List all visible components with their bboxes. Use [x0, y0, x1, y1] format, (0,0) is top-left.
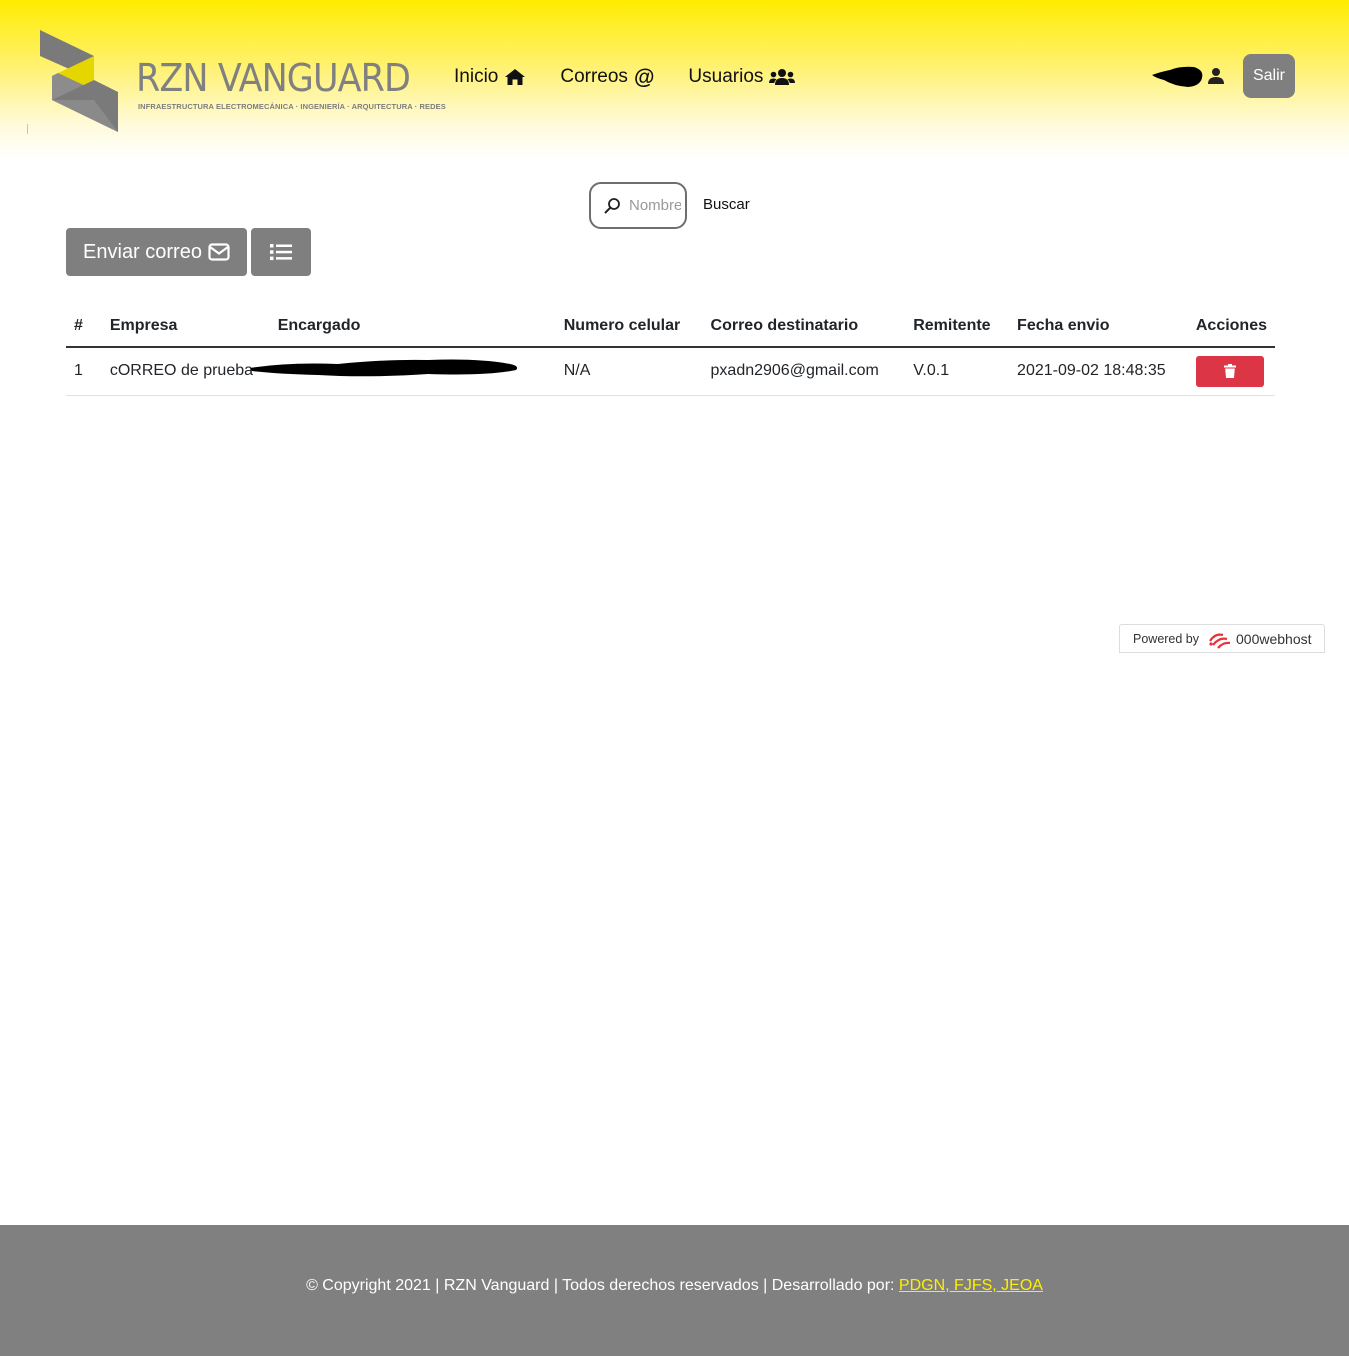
divider [27, 124, 28, 134]
powered-by-label: Powered by [1133, 631, 1200, 646]
col-encargado: Encargado [269, 306, 556, 348]
cell-acciones [1187, 347, 1275, 396]
nav-inicio-label: Inicio [454, 66, 499, 87]
list-view-button[interactable] [251, 228, 311, 276]
col-remitente: Remitente [905, 306, 1010, 348]
cell-empresa: cORREO de prueba [101, 347, 270, 396]
emails-table: # Empresa Encargado Numero celular Corre… [66, 306, 1275, 396]
users-icon [769, 69, 796, 85]
search-button[interactable]: Buscar [703, 196, 750, 213]
nav-correos[interactable]: Correos @ [560, 66, 654, 88]
footer-copyright: © Copyright 2021 | RZN Vanguard | Todos … [0, 1277, 1349, 1295]
col-empresa: Empresa [101, 306, 270, 348]
footer-text: © Copyright 2021 | RZN Vanguard | Todos … [306, 1277, 899, 1294]
search-field[interactable] [589, 182, 687, 229]
table-header-row: # Empresa Encargado Numero celular Corre… [66, 306, 1275, 348]
cell-encargado [249, 347, 556, 396]
col-num: # [66, 306, 102, 348]
cell-celular: N/A [555, 347, 703, 396]
user-icon [1208, 68, 1224, 84]
user-info [1148, 62, 1228, 92]
col-fecha: Fecha envio [1009, 306, 1188, 348]
cell-fecha: 2021-09-02 18:48:35 [1009, 347, 1188, 396]
cell-num: 1 [66, 347, 102, 396]
webhost-brand-text: 000webhost [1236, 630, 1312, 647]
table-row: 1 cORREO de prueba N/A pxadn2906@gmail.c… [66, 347, 1275, 396]
brand-tagline: INFRAESTRUCTURA ELECTROMECÁNICA · INGENI… [138, 102, 446, 111]
col-acciones: Acciones [1187, 306, 1275, 348]
list-icon [270, 244, 292, 261]
envelope-icon [208, 243, 230, 261]
at-icon: @ [633, 65, 655, 89]
nav-correos-label: Correos [560, 66, 628, 87]
redacted-username [1152, 66, 1203, 87]
cell-remitente: V.0.1 [905, 347, 1010, 396]
webhost-brand: 000webhost [1207, 629, 1312, 649]
trash-icon [1223, 364, 1236, 379]
send-email-label: Enviar correo [83, 240, 202, 263]
top-header: RZN VANGUARD INFRAESTRUCTURA ELECTROMECÁ… [0, 0, 1349, 160]
brand-name: RZN VANGUARD [136, 56, 411, 100]
nav-usuarios[interactable]: Usuarios [688, 66, 796, 88]
main-nav: Inicio Correos @ Usuarios [454, 66, 796, 88]
col-correo: Correo destinatario [702, 306, 906, 348]
send-email-button[interactable]: Enviar correo [66, 228, 247, 276]
footer-dev-link[interactable]: PDGN, FJFS, JEOA [899, 1277, 1043, 1294]
nav-inicio[interactable]: Inicio [454, 66, 526, 88]
nav-usuarios-label: Usuarios [688, 66, 764, 87]
search-input[interactable] [629, 197, 681, 214]
powered-by-badge[interactable]: Powered by 000webhost [1119, 624, 1325, 653]
delete-button[interactable] [1195, 355, 1264, 387]
logout-button[interactable]: Salir [1243, 54, 1295, 98]
redacted-name [249, 359, 517, 377]
webhost-logo-icon [1209, 633, 1231, 649]
col-celular: Numero celular [555, 306, 703, 348]
search-icon [604, 197, 620, 214]
home-icon [505, 69, 526, 85]
rzn-logo [40, 30, 118, 132]
page-footer: © Copyright 2021 | RZN Vanguard | Todos … [0, 1225, 1349, 1356]
cell-correo: pxadn2906@gmail.com [702, 347, 906, 396]
